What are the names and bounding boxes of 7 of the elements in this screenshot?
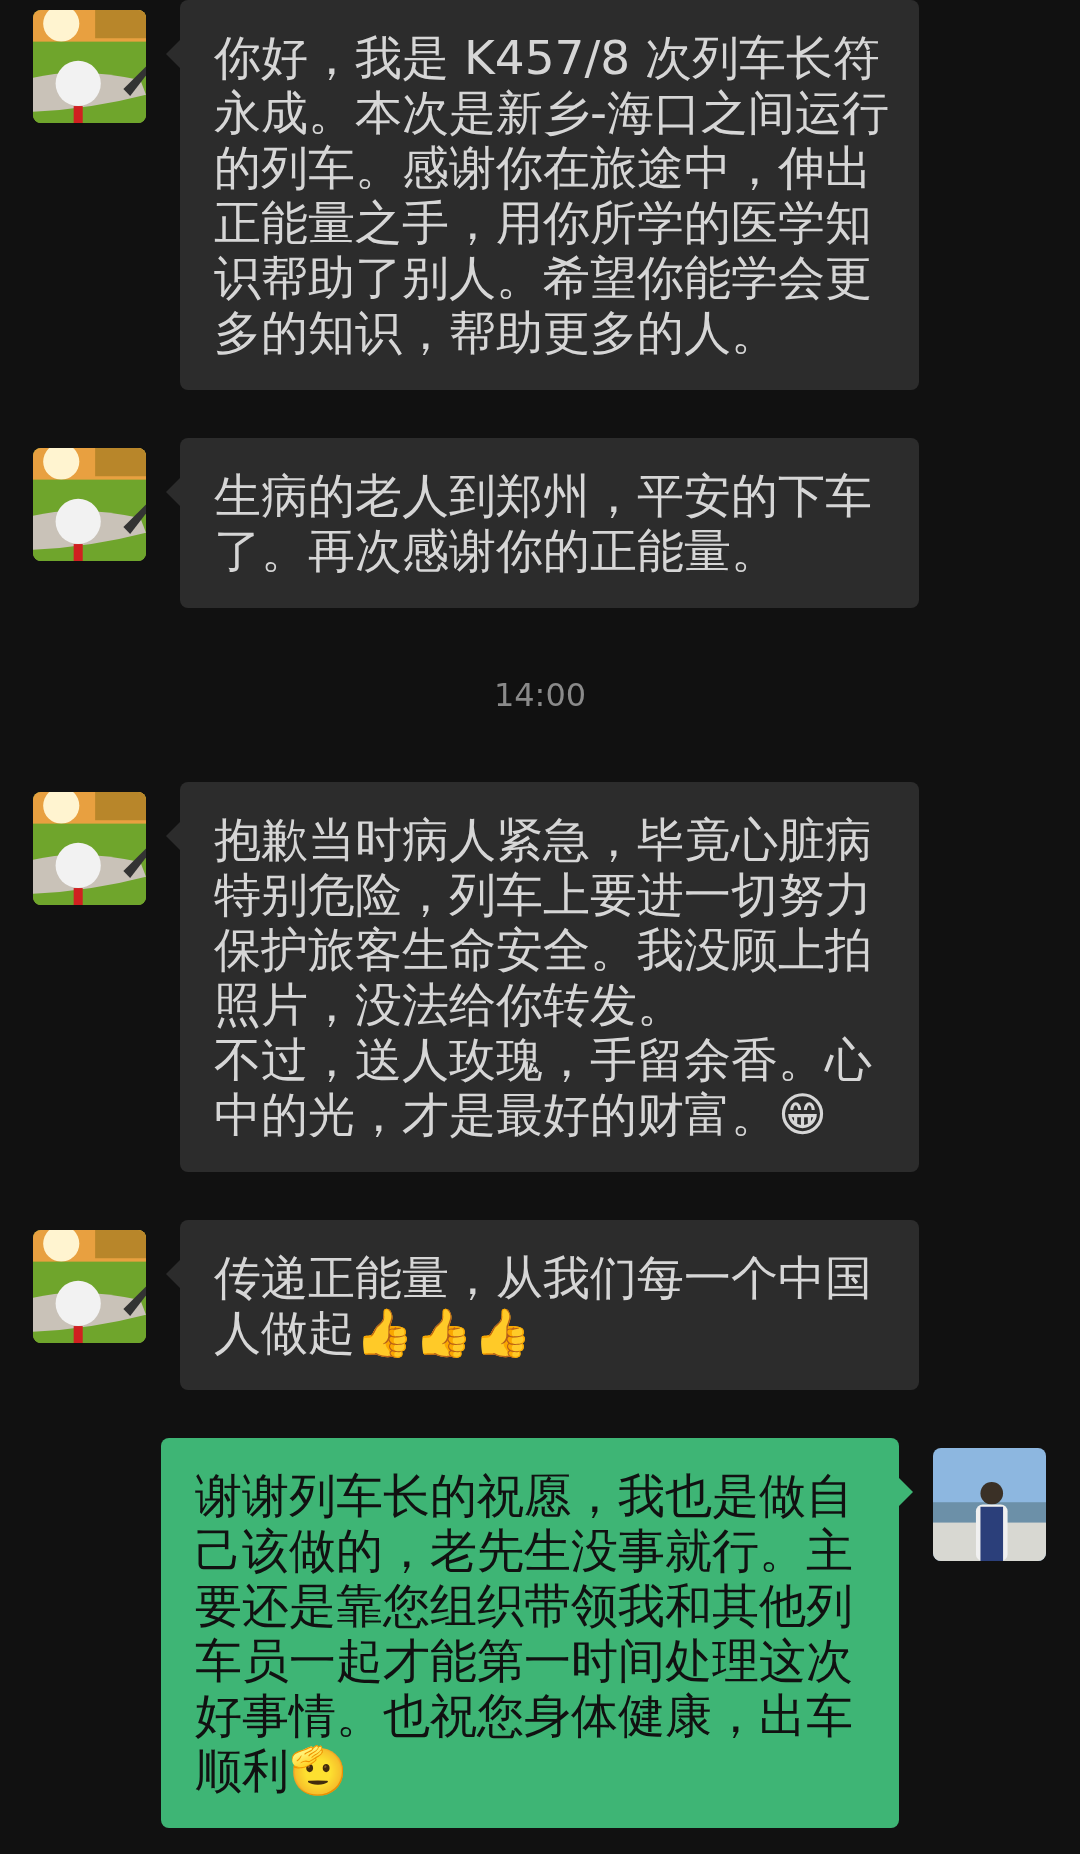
message-text: 你好，我是 K457/8 次列车长符永成。本次是新乡-海口之间运行的列车。感谢你在旅途中，伸出正能量之手，用你所学的医学知识帮助了别人。希望你能学会更多的知识，帮助更多的人。 xyxy=(214,30,889,360)
message-text: 生病的老人到郑州，平安的下车了。再次感谢你的正能量。 xyxy=(214,468,873,578)
message-text: 传递正能量，从我们每一个中国人做起👍👍👍 xyxy=(214,1250,873,1360)
message-text: 抱歉当时病人紧急，毕竟心脏病特别危险，列车上要进一切努力保护旅客生命安全。我没顾上拍照片，没法给你转发。 xyxy=(214,812,873,1032)
message-text: 不过，送人玫瑰，手留余香。心中的光，才是最好的财富。😁 xyxy=(214,1032,873,1142)
timestamp: 14:00 xyxy=(493,676,587,714)
message-text: 谢谢列车长的祝愿，我也是做自己该做的，老先生没事就行。主要还是靠您组织带领我和其他列车员一起才能第一时间处理这次好事情。也祝您身体健康，出车顺利🫡 xyxy=(195,1468,854,1798)
